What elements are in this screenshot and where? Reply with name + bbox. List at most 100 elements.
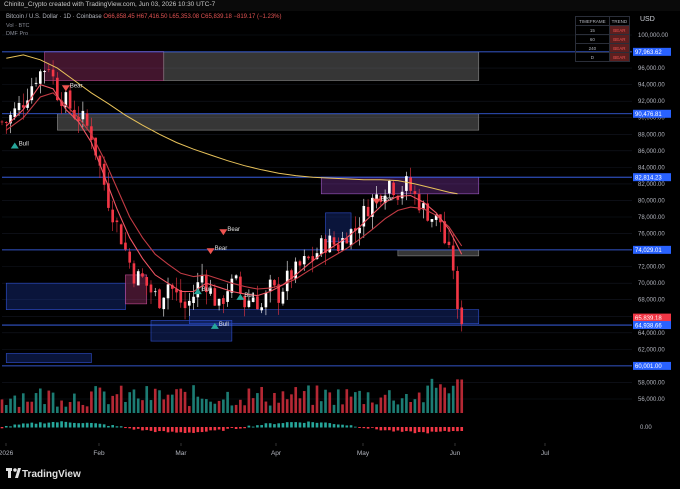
price-axis-tick: 72,000.00 [638,265,665,271]
candle-body [222,298,225,304]
oscillator-bar [183,427,187,433]
candle-body [128,251,132,263]
volume-bar [273,392,276,413]
volume-bar [456,379,459,413]
bull-signal-label: Bull [202,287,212,293]
volume-bar [226,391,229,413]
dmf-indicator-label[interactable]: DMF Pro [6,31,28,37]
time-axis-label: Jun [450,450,461,457]
oscillator-bar [175,427,178,433]
oscillator-bar [345,425,349,428]
volume-bar [102,391,106,413]
volume-bar [375,404,378,413]
volume-bar [30,401,34,413]
volume-bar [251,398,255,413]
volume-bar [447,393,451,413]
currency-label[interactable]: USD [640,16,655,23]
bear-signal-icon [372,198,381,205]
volume-bar [388,390,391,413]
volume-bar [183,391,187,413]
price-chart[interactable]: Bull Bear Bear Bear Bull Bull Bull Bear 56,000.0… [0,0,680,489]
oscillator-bar [264,423,268,428]
oscillator-bar [111,425,114,428]
candle-body [136,271,140,286]
price-axis-tick: 82,000.00 [638,182,665,188]
volume-bar [13,395,17,413]
volume-bar [145,386,149,413]
volume-bar [4,404,8,413]
oscillator-bar [73,422,76,428]
volume-bar [119,385,123,413]
oscillator-bar [247,425,251,428]
oscillator-bar [0,427,4,429]
volume-bar [247,388,251,413]
oscillator-bar [51,421,55,428]
candle-body [336,244,340,252]
oscillator-bar [298,422,302,428]
candle-body [234,275,238,279]
oscillator-bar [26,423,29,428]
oscillator-bar [192,427,195,433]
volume-bar [302,391,306,413]
oscillator-bar [349,425,353,428]
price-axis-tick: 62,000.00 [638,347,665,353]
oscillator-bar [132,427,136,430]
volume-bar [349,396,353,413]
oscillator-bar [205,427,208,432]
oscillator-bar [307,421,310,428]
volume-bar [51,392,55,413]
volume-bar [149,400,153,413]
candle-body [187,300,191,306]
oscillator-bar [17,424,21,428]
candle-body [319,238,323,254]
time-axis-label: Mar [175,450,187,457]
volume-bar [21,393,25,413]
time-axis-label: Jul [541,450,550,457]
volume-bar [56,406,59,413]
volume-bar [315,385,319,413]
oscillator-bar [430,427,434,432]
oscillator-bar [388,427,391,431]
volume-bar [345,389,349,413]
oscillator-bar [213,427,217,431]
oscillator-bar [196,427,200,433]
volume-bar [405,393,408,413]
volume-bar [222,399,225,413]
candle-body [281,291,285,304]
volume-bar [234,404,238,413]
candle-body [183,301,187,309]
tf-cell: 15 [575,25,610,35]
candle-body [460,307,464,325]
price-label-text: 64,938.66 [635,323,662,329]
oscillator-bar [451,427,455,432]
oscillator-bar [341,424,344,428]
timeframe-trend-table: TIMEFRAME TREND 15 BEAR 60 BEAR 240 BEAR DB… [575,16,631,62]
volume-bar [260,386,263,413]
volume-bar [451,385,455,413]
oscillator-bar [434,427,438,432]
candle-body [388,180,391,194]
bull-signal-label: Bull [219,322,229,328]
candle-body [268,279,272,291]
volume-bar [256,393,259,413]
oscillator-bar [34,423,38,428]
footer-bar [0,460,680,489]
volume-bar [26,401,29,413]
oscillator-bar [362,427,366,429]
oscillator-bar [90,422,93,428]
oscillator-bar [409,427,412,432]
candle-body [119,224,123,245]
volume-bar [353,392,357,413]
oscillator-bar [166,427,170,433]
tradingview-brand: TradingView [22,469,81,480]
bear-signal-icon [219,229,228,236]
candle-body [192,296,195,304]
oscillator-bar [460,427,464,431]
order-block-zone [5,282,126,310]
time-axis-label: May [357,450,370,457]
candle-body [51,69,55,77]
oscillator-bar [119,426,123,428]
volume-indicator-label[interactable]: Vol · BTC [6,23,30,29]
oscillator-bar [234,427,238,430]
volume-bar [153,388,157,413]
